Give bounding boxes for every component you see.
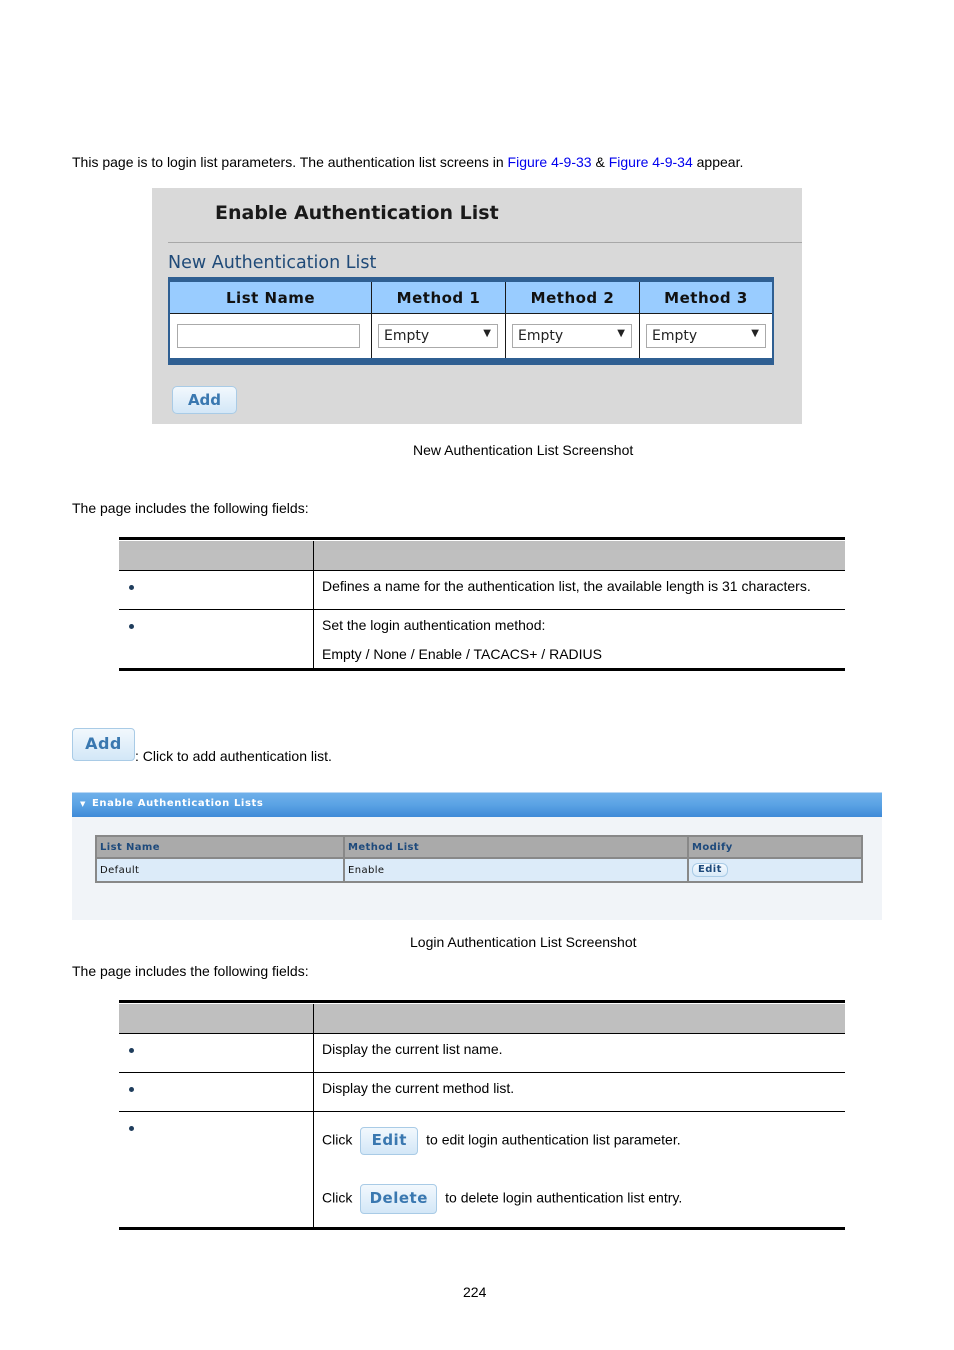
- dropdown-arrow-icon: ▼: [617, 328, 625, 339]
- table-top-rule: [119, 537, 845, 540]
- method-3-value: Empty: [652, 328, 698, 344]
- table-header-row: [119, 1004, 845, 1034]
- auth-lists-table: List Name Method List Modify Default Ena…: [95, 835, 863, 883]
- intro-amp: &: [591, 154, 609, 170]
- fields-table-1: Defines a name for the authentication li…: [119, 537, 845, 673]
- add-button-image: Add: [72, 728, 135, 761]
- list-name-input[interactable]: [177, 324, 360, 348]
- panel-title-text: Enable Authentication Lists: [91, 798, 264, 809]
- edit-instruction-text: to edit login authentication list parame…: [426, 1131, 681, 1148]
- delete-instruction: Click Delete to delete login authenticat…: [322, 1184, 682, 1214]
- fields-intro-1: The page includes the following fields:: [72, 500, 309, 516]
- cell-list-name: Default: [97, 858, 345, 881]
- table-row: Display the current list name.: [119, 1034, 845, 1073]
- bullet-icon: [129, 1048, 134, 1053]
- dropdown-arrow-icon: ▼: [483, 328, 491, 339]
- col-header-method-1: Method 1: [371, 282, 506, 314]
- col-header-method-list: Method List: [344, 837, 689, 859]
- bullet-icon: [129, 1126, 134, 1131]
- click-label: Click: [322, 1131, 353, 1148]
- method-3-select[interactable]: Empty ▼: [646, 324, 766, 348]
- title-divider: [168, 242, 802, 243]
- row-description: Display the current method list.: [322, 1080, 515, 1096]
- section-title: New Authentication List: [168, 253, 377, 273]
- row-description: Set the login authentication method:: [322, 617, 546, 633]
- cell-method-list: Enable: [344, 858, 689, 881]
- figure-link-4-9-33[interactable]: Figure 4-9-33: [508, 154, 592, 170]
- table-header-row: [119, 541, 845, 571]
- add-button[interactable]: Add: [172, 386, 237, 414]
- col-header-list-name: List Name: [97, 837, 345, 859]
- figure-link-4-9-34[interactable]: Figure 4-9-34: [609, 154, 693, 170]
- col-header-method-2: Method 2: [505, 282, 640, 314]
- delete-button-image: Delete: [360, 1184, 438, 1214]
- login-auth-list-screenshot: ▼ Enable Authentication Lists List Name M…: [72, 792, 882, 920]
- add-note: Add: Click to add authentication list.: [72, 728, 332, 764]
- delete-instruction-text: to delete login authentication list entr…: [445, 1189, 683, 1206]
- intro-text: This page is to login list parameters. T…: [72, 154, 508, 170]
- col-header-modify: Modify: [688, 837, 861, 859]
- intro-text-end: appear.: [692, 154, 744, 170]
- page-number: 224: [463, 1284, 487, 1300]
- click-label: Click: [322, 1189, 353, 1206]
- table-row: Set the login authentication method: Emp…: [119, 610, 845, 668]
- method-2-select[interactable]: Empty ▼: [512, 324, 632, 348]
- table-row: Click Edit to edit login authentication …: [119, 1112, 845, 1226]
- bullet-icon: [129, 624, 134, 629]
- table-row: Defines a name for the authentication li…: [119, 571, 845, 610]
- row-description: Defines a name for the authentication li…: [322, 578, 811, 594]
- fields-intro-2: The page includes the following fields:: [72, 963, 309, 979]
- col-header-method-3: Method 3: [639, 282, 772, 314]
- dropdown-arrow-icon: ▼: [751, 328, 759, 339]
- edit-instruction: Click Edit to edit login authentication …: [322, 1127, 681, 1155]
- add-note-text: : Click to add authentication list.: [135, 748, 332, 764]
- new-auth-list-screenshot: Enable Authentication List New Authentic…: [152, 188, 802, 424]
- method-1-value: Empty: [384, 328, 430, 344]
- figure-caption-1: New Authentication List Screenshot: [413, 442, 634, 458]
- bullet-icon: [129, 1087, 134, 1092]
- table-row: Default Enable Edit: [97, 858, 861, 881]
- new-auth-list-table: List Name Method 1 Method 2 Method 3 Emp…: [168, 277, 774, 365]
- row-description-options: Empty / None / Enable / TACACS+ / RADIUS: [322, 646, 602, 662]
- method-1-select[interactable]: Empty ▼: [378, 324, 498, 348]
- fields-table-2: Display the current list name. Display t…: [119, 1000, 845, 1232]
- table-bottom-rule: [119, 668, 845, 671]
- col-header-list-name: List Name: [170, 282, 372, 314]
- figure-caption-2: Login Authentication List Screenshot: [410, 934, 637, 950]
- panel-title: ▼ Enable Authentication Lists: [80, 798, 263, 809]
- bullet-icon: [129, 585, 134, 590]
- collapse-triangle-icon: ▼: [80, 800, 86, 808]
- table-top-rule: [119, 1000, 845, 1003]
- intro-paragraph: This page is to login list parameters. T…: [72, 154, 743, 170]
- method-2-value: Empty: [518, 328, 564, 344]
- row-description: Display the current list name.: [322, 1041, 503, 1057]
- panel-header[interactable]: ▼ Enable Authentication Lists: [72, 792, 882, 817]
- edit-button-image: Edit: [360, 1127, 419, 1155]
- table-row: Display the current method list.: [119, 1073, 845, 1112]
- table-bottom-rule: [119, 1227, 845, 1230]
- edit-button[interactable]: Edit: [692, 863, 728, 877]
- page-title: Enable Authentication List: [215, 202, 499, 224]
